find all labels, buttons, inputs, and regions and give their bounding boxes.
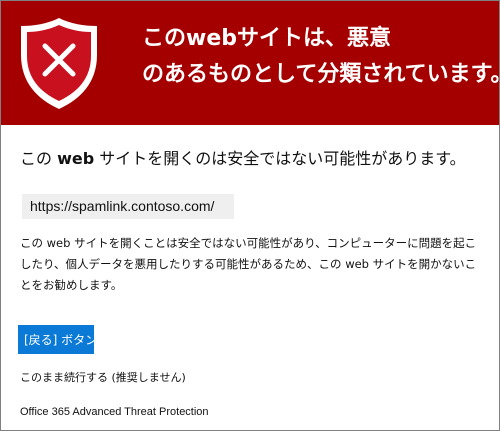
continue-anyway-link[interactable]: このまま続行する (推奨しません) [20, 370, 186, 386]
warning-banner: このwebサイトは、悪意 のあるものとして分類されています。 [1, 1, 499, 125]
banner-title-line2: のあるものとして分類されています。 [142, 62, 500, 87]
back-button[interactable]: [戻る] ボタン [18, 325, 94, 354]
warning-page: このwebサイトは、悪意 のあるものとして分類されています。 この web サイ… [0, 0, 500, 431]
page-headline: この web サイトを開くのは安全ではない可能性があります。 [20, 148, 490, 170]
product-footer: Office 365 Advanced Threat Protection [20, 406, 209, 418]
headline-prefix: この [20, 149, 58, 168]
headline-suffix: サイトを開くのは安全ではない可能性があります。 [94, 149, 466, 168]
headline-web: web [57, 149, 95, 168]
blocked-url: https://spamlink.contoso.com/ [22, 194, 234, 219]
banner-title-line1: このwebサイトは、悪意 [142, 26, 391, 51]
banner-title: このwebサイトは、悪意 のあるものとして分類されています。 [142, 21, 500, 93]
warning-description: この web サイトを開くことは安全ではない可能性があり、コンピューターに問題を… [20, 236, 477, 292]
shield-x-icon [21, 18, 97, 109]
